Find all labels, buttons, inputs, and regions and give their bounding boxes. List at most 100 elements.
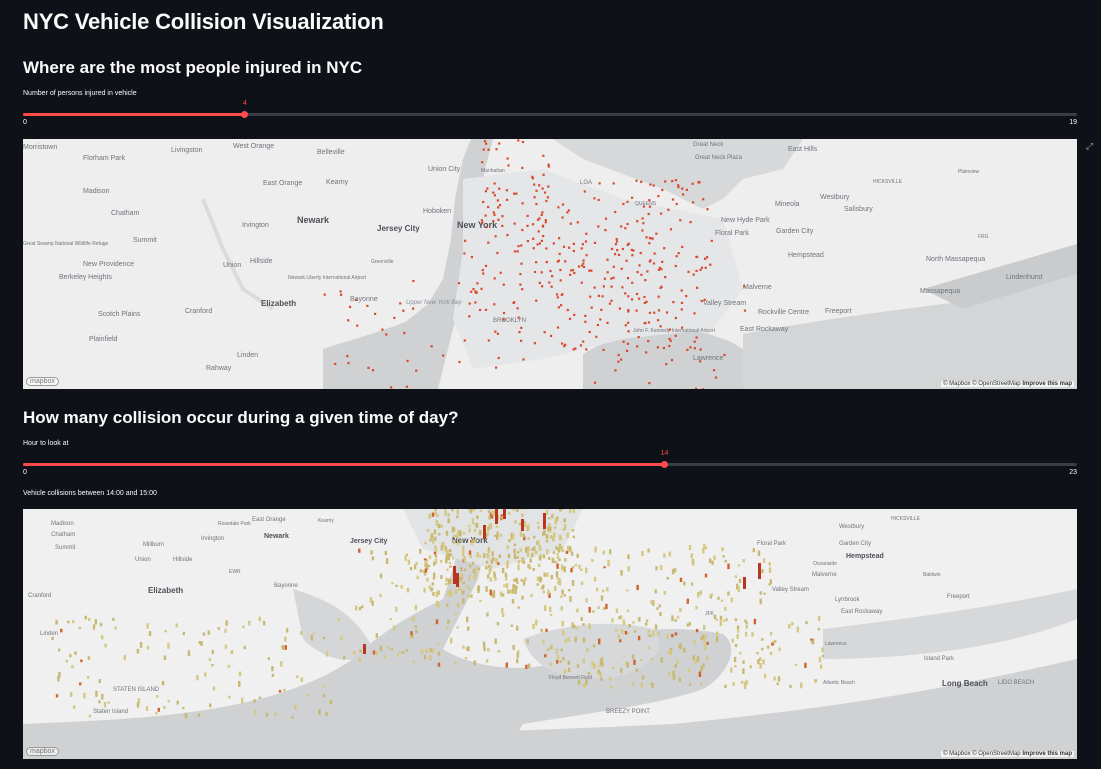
collision-column: [507, 589, 510, 594]
map-place-label: Bayonne: [350, 296, 378, 303]
collision-column: [462, 532, 466, 535]
collision-column: [486, 612, 489, 617]
collision-point: [545, 199, 548, 203]
collision-point: [544, 221, 547, 224]
collision-column: [416, 575, 419, 580]
collision-point: [557, 306, 560, 309]
collision-point: [641, 229, 644, 232]
collision-point: [617, 360, 620, 363]
collision-column: [554, 518, 557, 525]
collision-column: [761, 647, 764, 651]
collision-column: [283, 688, 286, 692]
collision-column: [538, 556, 542, 560]
collision-point: [590, 306, 593, 309]
collision-point: [561, 216, 564, 219]
collision-point: [699, 348, 702, 351]
collision-point: [323, 293, 326, 296]
collision-point: [631, 254, 634, 257]
collision-point: [626, 243, 629, 246]
map-place-label: Rahway: [206, 365, 232, 372]
map-place-label: Morristown: [23, 144, 57, 151]
collision-point: [557, 206, 560, 209]
collision-column: [549, 647, 552, 650]
collision-column: [444, 549, 447, 552]
expand-icon[interactable]: ⤢: [1086, 141, 1096, 151]
collision-column: [698, 671, 702, 677]
collision-point: [532, 237, 535, 240]
collision-column: [632, 621, 635, 624]
collision-point: [622, 202, 625, 206]
collision-column: [445, 530, 449, 536]
collision-column: [176, 700, 179, 705]
injury-map[interactable]: Morristown Livingston West Orange Bellevill…: [23, 139, 1077, 389]
collision-column: [533, 546, 536, 550]
collision-point: [695, 269, 698, 272]
collision-column: [537, 563, 541, 567]
collision-column: [490, 515, 494, 519]
collision-point: [561, 293, 564, 296]
collision-point: [618, 307, 621, 310]
collision-column-peak: [456, 573, 459, 587]
collision-column: [666, 633, 669, 640]
collision-point: [699, 360, 702, 363]
collision-column: [55, 619, 58, 625]
collision-column: [704, 573, 708, 578]
collision-column: [554, 560, 557, 564]
collision-point: [604, 217, 608, 220]
collision-point: [680, 289, 683, 292]
collision-point: [506, 157, 509, 160]
improve-map-link[interactable]: Improve this map: [1022, 751, 1072, 757]
hour-slider[interactable]: 14 0 23: [23, 450, 1077, 480]
map-place-label: Madison: [83, 188, 110, 195]
collision-column: [512, 509, 515, 512]
collision-column: [740, 680, 744, 684]
collision-column: [444, 583, 448, 586]
collision-column: [734, 665, 737, 668]
collision-column: [359, 649, 362, 653]
collision-column: [619, 639, 622, 643]
hour-map-canvas[interactable]: Madison Chatham Summit Union Cranford Rosedal…: [23, 509, 1077, 759]
map-place-label: LIDO BEACH: [998, 680, 1034, 686]
collision-column: [761, 568, 764, 574]
collision-column: [92, 624, 96, 630]
collision-point: [621, 286, 624, 289]
collision-column: [395, 584, 398, 587]
hour-map[interactable]: Madison Chatham Summit Union Cranford Rosedal…: [23, 509, 1077, 759]
collision-column: [211, 650, 214, 655]
collision-point: [647, 339, 650, 343]
improve-map-link[interactable]: Improve this map: [1022, 381, 1072, 387]
collision-column: [533, 535, 536, 539]
collision-column: [576, 664, 580, 668]
collision-column: [599, 671, 602, 678]
collision-column: [267, 657, 270, 660]
map-place-label: Summit: [133, 237, 157, 244]
slider-thumb[interactable]: [661, 461, 669, 468]
collision-column: [284, 636, 287, 642]
collision-point: [474, 290, 477, 293]
collision-point: [669, 228, 673, 231]
slider-thumb[interactable]: [241, 111, 249, 118]
collision-point: [521, 288, 524, 291]
injured-slider[interactable]: 4 0 19: [23, 100, 1077, 130]
collision-point: [513, 250, 517, 253]
collision-point: [572, 249, 575, 253]
collision-point: [468, 302, 471, 305]
collision-column: [603, 607, 606, 611]
map-place-label: Summit: [55, 545, 76, 551]
collision-column: [409, 567, 413, 571]
collision-column: [769, 651, 773, 656]
injury-map-canvas[interactable]: Morristown Livingston West Orange Bellevill…: [23, 139, 1077, 389]
collision-point: [643, 295, 646, 299]
collision-column: [778, 647, 781, 651]
collision-column: [519, 531, 523, 537]
collision-column: [513, 548, 516, 553]
collision-column: [454, 661, 457, 665]
collision-column: [556, 577, 559, 580]
collision-column: [691, 582, 694, 586]
collision-column: [541, 585, 545, 590]
collision-column: [444, 546, 447, 550]
collision-point: [677, 186, 680, 189]
collision-point: [542, 154, 545, 157]
section1-heading: Where are the most people injured in NYC: [23, 58, 363, 77]
collision-column: [410, 617, 414, 621]
